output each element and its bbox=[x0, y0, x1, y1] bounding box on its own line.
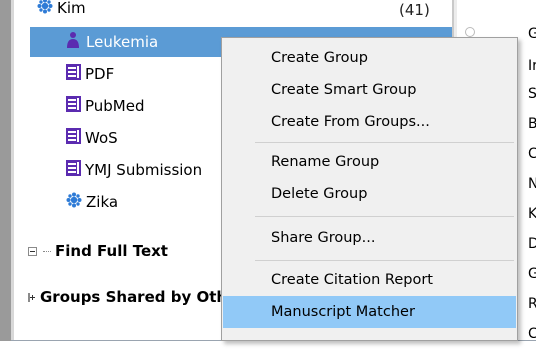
reference-row[interactable]: S bbox=[528, 86, 536, 102]
tree-item-label: Zika bbox=[86, 193, 119, 211]
tree-item-wos[interactable]: WoS bbox=[66, 124, 118, 152]
tree-item-kim[interactable]: Kim bbox=[37, 0, 86, 22]
reference-row[interactable]: D bbox=[528, 236, 536, 252]
menu-item-rename-group[interactable]: Rename Group bbox=[223, 146, 516, 178]
citation-list-icon bbox=[66, 160, 81, 180]
citation-list-icon bbox=[66, 64, 81, 84]
reference-row[interactable]: B bbox=[528, 116, 536, 132]
window-frame-bottom bbox=[0, 341, 536, 349]
tree-item-zika[interactable]: Zika bbox=[66, 188, 118, 216]
menu-item-create-citation-report[interactable]: Create Citation Report bbox=[223, 264, 516, 296]
group-people-icon bbox=[66, 192, 82, 212]
menu-item-manuscript-matcher[interactable]: Manuscript Matcher bbox=[223, 296, 516, 328]
tree-item-label: PDF bbox=[85, 65, 115, 83]
tree-item-pdf[interactable]: PDF bbox=[66, 60, 114, 88]
tree-item-pubmed[interactable]: PubMed bbox=[66, 92, 145, 120]
tree-item-label: Leukemia bbox=[86, 33, 159, 51]
reference-row[interactable]: G bbox=[528, 266, 536, 282]
reference-row[interactable]: G bbox=[528, 26, 536, 42]
window-frame-left bbox=[0, 0, 11, 349]
menu-separator bbox=[255, 216, 514, 217]
section-groups-shared[interactable]: Groups Shared by Others bbox=[28, 288, 221, 306]
section-label: Groups Shared by Others bbox=[40, 288, 221, 306]
tree-item-label: YMJ Submission bbox=[85, 161, 203, 179]
tree-item-leukemia[interactable]: Leukemia bbox=[66, 28, 158, 56]
read-status-radio[interactable] bbox=[465, 27, 475, 37]
reference-row[interactable]: R bbox=[528, 296, 536, 312]
reference-row[interactable]: C bbox=[528, 146, 536, 162]
group-people-icon bbox=[37, 0, 53, 18]
menu-item-create-from-groups[interactable]: Create From Groups... bbox=[223, 106, 516, 138]
menu-separator bbox=[255, 260, 514, 261]
tree-item-count: (41) bbox=[399, 1, 430, 19]
tree-item-label: Kim bbox=[57, 0, 86, 17]
tree-item-label: PubMed bbox=[85, 97, 145, 115]
section-label: Find Full Text bbox=[55, 242, 168, 260]
context-menu: Create Group Create Smart Group Create F… bbox=[221, 37, 518, 341]
tree-item-ymj-submission[interactable]: YMJ Submission bbox=[66, 156, 221, 184]
menu-item-delete-group[interactable]: Delete Group bbox=[223, 178, 516, 210]
citation-list-icon bbox=[66, 128, 81, 148]
menu-item-create-group[interactable]: Create Group bbox=[223, 42, 516, 74]
citation-list-icon bbox=[66, 96, 81, 116]
menu-item-create-smart-group[interactable]: Create Smart Group bbox=[223, 74, 516, 106]
tree-connector bbox=[43, 250, 51, 252]
reference-row[interactable]: N bbox=[528, 176, 536, 192]
collapse-toggle-icon[interactable] bbox=[28, 246, 37, 256]
menu-separator bbox=[255, 142, 514, 143]
reference-row[interactable]: Ir bbox=[528, 58, 536, 74]
expand-toggle-icon[interactable] bbox=[28, 292, 35, 302]
smart-group-user-icon bbox=[66, 31, 82, 53]
menu-item-share-group[interactable]: Share Group... bbox=[223, 222, 516, 254]
reference-row[interactable]: K bbox=[528, 206, 536, 222]
tree-item-label: WoS bbox=[85, 129, 118, 147]
section-find-full-text[interactable]: Find Full Text bbox=[28, 242, 168, 260]
